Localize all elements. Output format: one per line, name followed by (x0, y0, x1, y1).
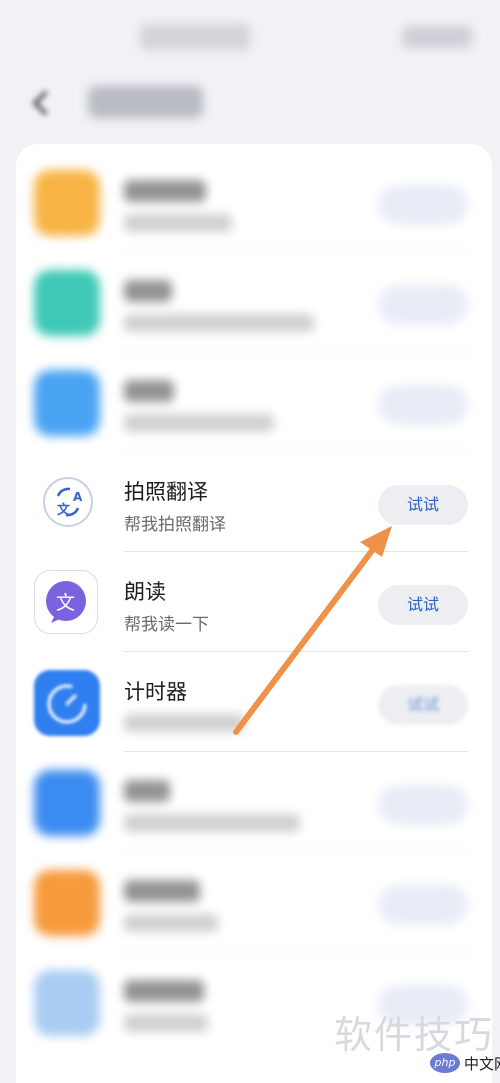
yellow-app-icon (34, 170, 100, 236)
list-item-title (124, 380, 174, 402)
list-item[interactable] (16, 152, 492, 252)
list-item-title (124, 780, 170, 802)
read-aloud-icon: 文 (34, 570, 98, 634)
try-button[interactable] (378, 185, 468, 225)
list-item-photo-translate[interactable]: A 文 拍照翻译 帮我拍照翻译 试试 (16, 452, 492, 552)
status-bar (0, 0, 500, 70)
list-item-subtitle (124, 1014, 208, 1032)
read-aloud-glyph: 文 (56, 592, 75, 614)
timer-icon (34, 670, 100, 736)
list-item-title: 拍照翻译 (124, 480, 208, 504)
skills-list: A 文 拍照翻译 帮我拍照翻译 试试 文 朗读 帮我读一下 试试 计时器 试试 (16, 144, 492, 1083)
try-button[interactable] (378, 285, 468, 325)
watermark-php-text: 中文网 (464, 1054, 500, 1073)
orange-app-icon (34, 870, 100, 936)
list-item-title (124, 280, 172, 302)
teal-app-icon (34, 270, 100, 336)
list-item[interactable] (16, 352, 492, 452)
list-item-read-aloud[interactable]: 文 朗读 帮我读一下 试试 (16, 552, 492, 652)
list-item-title (124, 880, 200, 902)
list-item-title (124, 180, 206, 202)
list-item-subtitle (124, 714, 244, 732)
back-arrow-icon[interactable] (28, 88, 58, 118)
photo-translate-icon: A 文 (38, 472, 98, 532)
try-button[interactable]: 试试 (378, 585, 468, 625)
weather-app-icon (34, 370, 100, 436)
try-button[interactable] (378, 385, 468, 425)
list-item-subtitle: 帮我拍照翻译 (124, 515, 226, 535)
list-item-subtitle (124, 214, 232, 232)
list-item[interactable] (16, 252, 492, 352)
photo-translate-glyph: 文 (57, 502, 71, 518)
list-item-title: 朗读 (124, 580, 166, 604)
list-item-subtitle (124, 314, 314, 332)
header (0, 70, 500, 140)
photo-translate-corner-glyph: A (73, 490, 83, 504)
list-item-title (124, 980, 204, 1002)
try-button[interactable]: 试试 (378, 485, 468, 525)
status-icons (402, 26, 472, 48)
page-title (88, 86, 203, 118)
list-item-subtitle: 帮我读一下 (124, 615, 209, 635)
list-item-subtitle (124, 814, 300, 832)
try-button[interactable] (378, 785, 468, 825)
list-item[interactable] (16, 852, 492, 952)
try-button[interactable]: 试试 (378, 685, 468, 725)
watermark-php: php 中文网 (430, 1050, 500, 1076)
list-item-title: 计时器 (124, 680, 187, 704)
list-item-timer[interactable]: 计时器 试试 (16, 652, 492, 752)
try-button[interactable] (378, 885, 468, 925)
status-time (140, 24, 250, 50)
blue-app-icon (34, 770, 100, 836)
list-item-subtitle (124, 914, 218, 932)
lightblue-app-icon (34, 970, 100, 1036)
list-item[interactable] (16, 752, 492, 852)
php-logo-icon: php (430, 1053, 460, 1073)
list-item-subtitle (124, 414, 274, 432)
